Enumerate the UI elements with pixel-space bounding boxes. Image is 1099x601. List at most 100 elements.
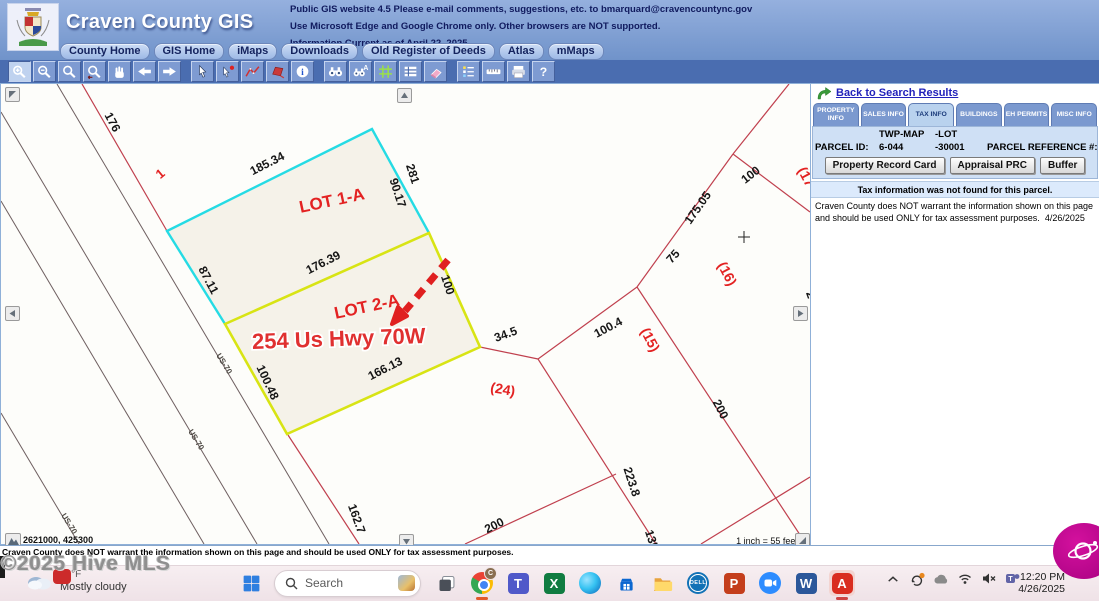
profile-badge: C xyxy=(484,567,497,580)
store-taskbar-icon[interactable] xyxy=(613,570,639,596)
chrome-taskbar-icon[interactable]: C xyxy=(469,570,495,596)
taskbar-clock[interactable]: 12:20 PM 4/26/2025 xyxy=(1018,571,1065,595)
pan-tool[interactable] xyxy=(108,61,131,82)
svg-text:A: A xyxy=(363,65,368,72)
pan-left-button[interactable] xyxy=(5,306,20,321)
select-pointer-icon xyxy=(194,64,211,79)
search-highlight-icon[interactable] xyxy=(398,575,415,591)
system-tray: T xyxy=(884,571,1021,586)
tab-sales-info[interactable]: SALES INFO xyxy=(861,103,907,126)
property-tabs: PROPERTY INFOSALES INFOTAX INFOBUILDINGS… xyxy=(811,102,1099,126)
map-canvas[interactable]: 1761185.34LOT 1-A28190.1787.11176.39LOT … xyxy=(1,84,810,544)
lot-header: -LOT xyxy=(935,129,987,140)
tab-property-info[interactable]: PROPERTY INFO xyxy=(813,103,859,126)
acrobat-taskbar-icon[interactable]: A xyxy=(829,570,855,596)
tab-buildings[interactable]: BUILDINGS xyxy=(956,103,1002,126)
excel-taskbar-icon[interactable]: X xyxy=(541,570,567,596)
zoom-window-tool[interactable] xyxy=(58,61,81,82)
search-placeholder: Search xyxy=(305,576,398,590)
grid-tool[interactable] xyxy=(374,61,397,82)
parcel-lot-value: -30001 xyxy=(935,142,987,153)
svg-text:?: ? xyxy=(540,65,547,79)
nav-tab-imaps[interactable]: iMaps xyxy=(228,43,277,60)
zoom-out-tool[interactable] xyxy=(33,61,56,82)
find-address-tool[interactable]: A xyxy=(349,61,372,82)
task-view-taskbar-icon[interactable] xyxy=(433,570,459,596)
pan-nw-icon xyxy=(8,90,17,99)
nav-tab-old-register-of-deeds[interactable]: Old Register of Deeds xyxy=(362,43,495,60)
pan-up-icon xyxy=(400,91,409,100)
cloud-icon xyxy=(26,572,52,590)
zoom-app-taskbar-icon[interactable] xyxy=(757,570,783,596)
edge-taskbar-icon[interactable] xyxy=(577,570,603,596)
taskbar-search[interactable]: Search xyxy=(274,570,421,597)
zoom-previous-tool[interactable] xyxy=(83,61,106,82)
buffer-button[interactable]: Buffer xyxy=(1040,157,1085,174)
word-taskbar-icon[interactable]: W xyxy=(793,570,819,596)
find-tool[interactable] xyxy=(324,61,347,82)
parcel-action-buttons: Property Record Card Appraisal PRC Buffer xyxy=(815,157,1095,174)
nav-tab-gis-home[interactable]: GIS Home xyxy=(154,43,225,60)
measure-tool[interactable] xyxy=(482,61,505,82)
parcel-id-label: PARCEL ID: xyxy=(815,142,879,153)
pan-up-button[interactable] xyxy=(397,88,412,103)
measure-line-icon xyxy=(244,64,261,79)
volume-muted-tray-icon[interactable] xyxy=(980,571,997,586)
go-forward-icon xyxy=(161,64,178,79)
tab-tax-info[interactable]: TAX INFO xyxy=(908,103,954,126)
sync-tray-icon[interactable] xyxy=(908,571,925,586)
back-to-search-link[interactable]: Back to Search Results xyxy=(836,87,958,99)
hidden-icons-tray-icon[interactable] xyxy=(884,571,901,586)
tab-misc-info[interactable]: MISC INFO xyxy=(1051,103,1097,126)
clock-date: 4/26/2025 xyxy=(1018,583,1065,595)
twp-map-header: TWP-MAP xyxy=(879,129,935,140)
select-pointer-tool[interactable] xyxy=(191,61,214,82)
start-button[interactable] xyxy=(238,570,264,596)
clock-time: 12:20 PM xyxy=(1018,571,1065,583)
map-panel[interactable]: 1761185.34LOT 1-A28190.1787.11176.39LOT … xyxy=(0,83,811,545)
select-area-tool[interactable] xyxy=(266,61,289,82)
parcel-id-value: 6-044 xyxy=(879,142,935,153)
identify-point-tool[interactable] xyxy=(216,61,239,82)
nav-tab-atlas[interactable]: Atlas xyxy=(499,43,544,60)
grid-icon xyxy=(377,64,394,79)
zoom-in-tool[interactable] xyxy=(8,61,31,82)
property-panel: Back to Search Results PROPERTY INFOSALE… xyxy=(811,83,1099,545)
powerpoint-taskbar-icon[interactable]: P xyxy=(721,570,747,596)
teams-taskbar-icon[interactable]: T xyxy=(505,570,531,596)
eraser-tool[interactable] xyxy=(424,61,447,82)
property-record-card-button[interactable]: Property Record Card xyxy=(825,157,945,174)
pan-nw-button[interactable] xyxy=(5,87,20,102)
pan-right-button[interactable] xyxy=(793,306,808,321)
find-address-icon: A xyxy=(352,64,369,79)
map-toolbar: i A? xyxy=(0,60,1099,83)
parcel-info-grid: TWP-MAP -LOT PARCEL ID: 6-044 -30001 PAR… xyxy=(815,129,1095,153)
dell-taskbar-icon[interactable]: DELL xyxy=(685,570,711,596)
nav-tab-county-home[interactable]: County Home xyxy=(60,43,150,60)
zoom-window-icon xyxy=(61,64,78,79)
select-area-icon xyxy=(269,64,286,79)
planet-orbit-icon xyxy=(1066,536,1099,566)
file-explorer-taskbar-icon[interactable] xyxy=(649,570,675,596)
measure-line-tool[interactable] xyxy=(241,61,264,82)
table-tool[interactable] xyxy=(399,61,422,82)
help-tool[interactable]: ? xyxy=(532,61,555,82)
zoom-out-icon xyxy=(36,64,53,79)
wifi-tray-icon[interactable] xyxy=(956,571,973,586)
onedrive-tray-icon[interactable] xyxy=(932,571,949,586)
weather-widget[interactable]: 76°F Mostly cloudy xyxy=(26,569,127,593)
legend-tool[interactable] xyxy=(457,61,480,82)
identify-info-tool[interactable]: i xyxy=(291,61,314,82)
tab-eh-permits[interactable]: EH PERMITS xyxy=(1004,103,1050,126)
appraisal-prc-button[interactable]: Appraisal PRC xyxy=(950,157,1035,174)
taskbar-center: Search CTX DELL P WA xyxy=(238,569,865,597)
go-back-tool[interactable] xyxy=(133,61,156,82)
nav-tab-mmaps[interactable]: mMaps xyxy=(548,43,604,60)
go-forward-tool[interactable] xyxy=(158,61,181,82)
print-tool[interactable] xyxy=(507,61,530,82)
tax-status-message: Tax information was not found for this p… xyxy=(811,181,1099,198)
search-icon xyxy=(285,577,298,590)
header-message: Use Microsoft Edge and Google Chrome onl… xyxy=(290,18,752,35)
watermark-strip xyxy=(0,556,5,578)
nav-tab-downloads[interactable]: Downloads xyxy=(281,43,358,60)
